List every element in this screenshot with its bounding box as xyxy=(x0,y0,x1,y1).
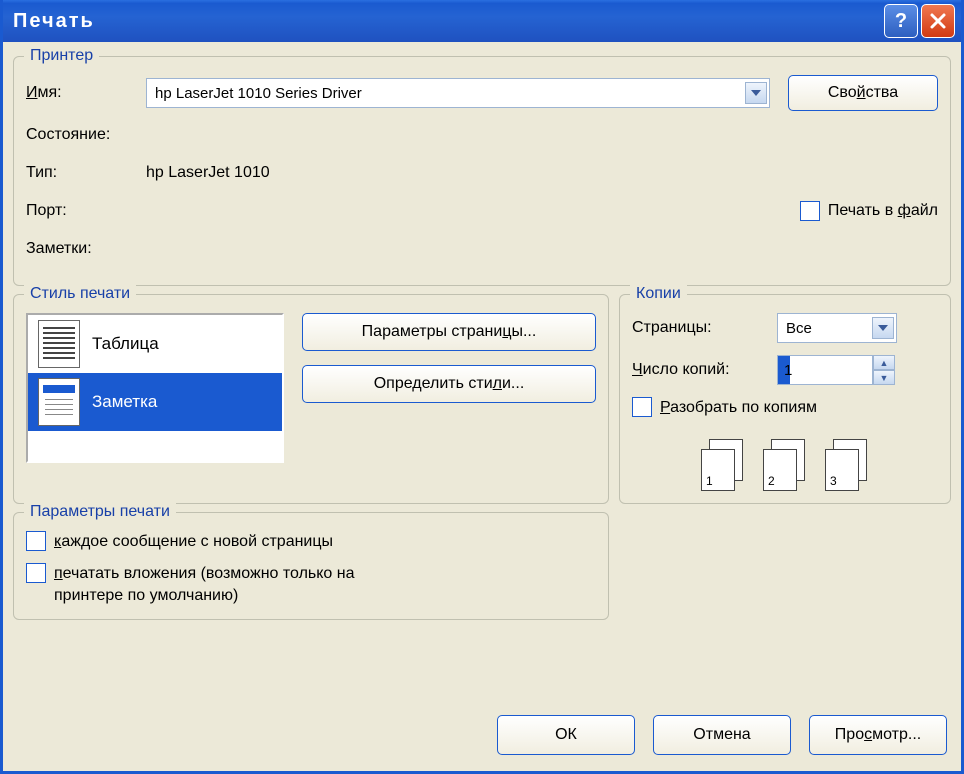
print-params-legend: Параметры печати xyxy=(24,503,176,521)
style-item-label: Таблица xyxy=(92,334,159,354)
comments-label: Заметки: xyxy=(26,240,146,258)
page-icon: 2 xyxy=(763,449,797,491)
copies-group: Копии Страницы: Все Число копий: xyxy=(619,294,951,504)
name-label: Имя: xyxy=(26,84,146,102)
close-button[interactable] xyxy=(921,4,955,38)
copies-legend: Копии xyxy=(630,285,687,303)
print-style-legend: Стиль печати xyxy=(24,285,136,303)
page-icon: 1 xyxy=(701,449,735,491)
spin-down-icon[interactable]: ▼ xyxy=(873,370,895,385)
print-params-group: Параметры печати каждое сообщение с ново… xyxy=(13,512,609,620)
printer-name-value: hp LaserJet 1010 Series Driver xyxy=(155,85,745,102)
print-to-file-checkbox[interactable] xyxy=(800,201,820,221)
type-value: hp LaserJet 1010 xyxy=(146,164,270,182)
collate-checkbox[interactable] xyxy=(632,397,652,417)
style-item-memo[interactable]: Заметка xyxy=(28,373,282,431)
attachments-checkbox[interactable] xyxy=(26,563,46,583)
printer-legend: Принтер xyxy=(24,47,99,65)
copies-input[interactable] xyxy=(777,355,873,385)
style-item-label: Заметка xyxy=(92,392,157,412)
printer-group: Принтер Имя: hp LaserJet 1010 Series Dri… xyxy=(13,56,951,286)
dialog-content: Принтер Имя: hp LaserJet 1010 Series Dri… xyxy=(3,42,961,705)
print-to-file-label: Печать в файл xyxy=(828,202,938,220)
style-item-table[interactable]: Таблица xyxy=(28,315,282,373)
properties-button[interactable]: Свойства xyxy=(788,75,938,111)
ok-button[interactable]: ОК xyxy=(497,715,635,755)
chevron-down-icon xyxy=(745,82,767,104)
pages-combo[interactable]: Все xyxy=(777,313,897,343)
collate-illustration: 11 22 33 xyxy=(632,439,938,491)
chevron-down-icon xyxy=(872,317,894,339)
window-title: Печать xyxy=(13,10,881,33)
page-icon: 3 xyxy=(825,449,859,491)
table-icon xyxy=(38,320,80,368)
memo-icon xyxy=(38,378,80,426)
type-label: Тип: xyxy=(26,164,146,182)
new-page-checkbox[interactable] xyxy=(26,531,46,551)
status-label: Состояние: xyxy=(26,126,146,144)
page-setup-button[interactable]: Параметры страницы... xyxy=(302,313,596,351)
printer-name-combo[interactable]: hp LaserJet 1010 Series Driver xyxy=(146,78,770,108)
preview-button[interactable]: Просмотр... xyxy=(809,715,947,755)
copies-spinner[interactable]: ▲ ▼ xyxy=(777,355,897,385)
collate-label: Разобрать по копиям xyxy=(660,397,817,419)
cancel-button[interactable]: Отмена xyxy=(653,715,791,755)
titlebar[interactable]: Печать ? xyxy=(3,0,961,42)
style-list[interactable]: Таблица Заметка xyxy=(26,313,284,463)
port-label: Порт: xyxy=(26,202,146,220)
define-styles-button[interactable]: Определить стили... xyxy=(302,365,596,403)
dialog-footer: ОК Отмена Просмотр... xyxy=(3,705,961,771)
pages-value: Все xyxy=(786,320,872,337)
copies-count-label: Число копий: xyxy=(632,361,777,379)
middle-row: Стиль печати Таблица Заметка Парамет xyxy=(13,294,951,504)
pages-label: Страницы: xyxy=(632,319,777,337)
attachments-label: печатать вложения (возможно только напри… xyxy=(54,563,355,607)
print-style-group: Стиль печати Таблица Заметка Парамет xyxy=(13,294,609,504)
new-page-label: каждое сообщение с новой страницы xyxy=(54,531,333,553)
spin-up-icon[interactable]: ▲ xyxy=(873,355,895,370)
help-button[interactable]: ? xyxy=(884,4,918,38)
print-dialog: Печать ? Принтер Имя: hp LaserJet 1010 S… xyxy=(0,0,964,774)
